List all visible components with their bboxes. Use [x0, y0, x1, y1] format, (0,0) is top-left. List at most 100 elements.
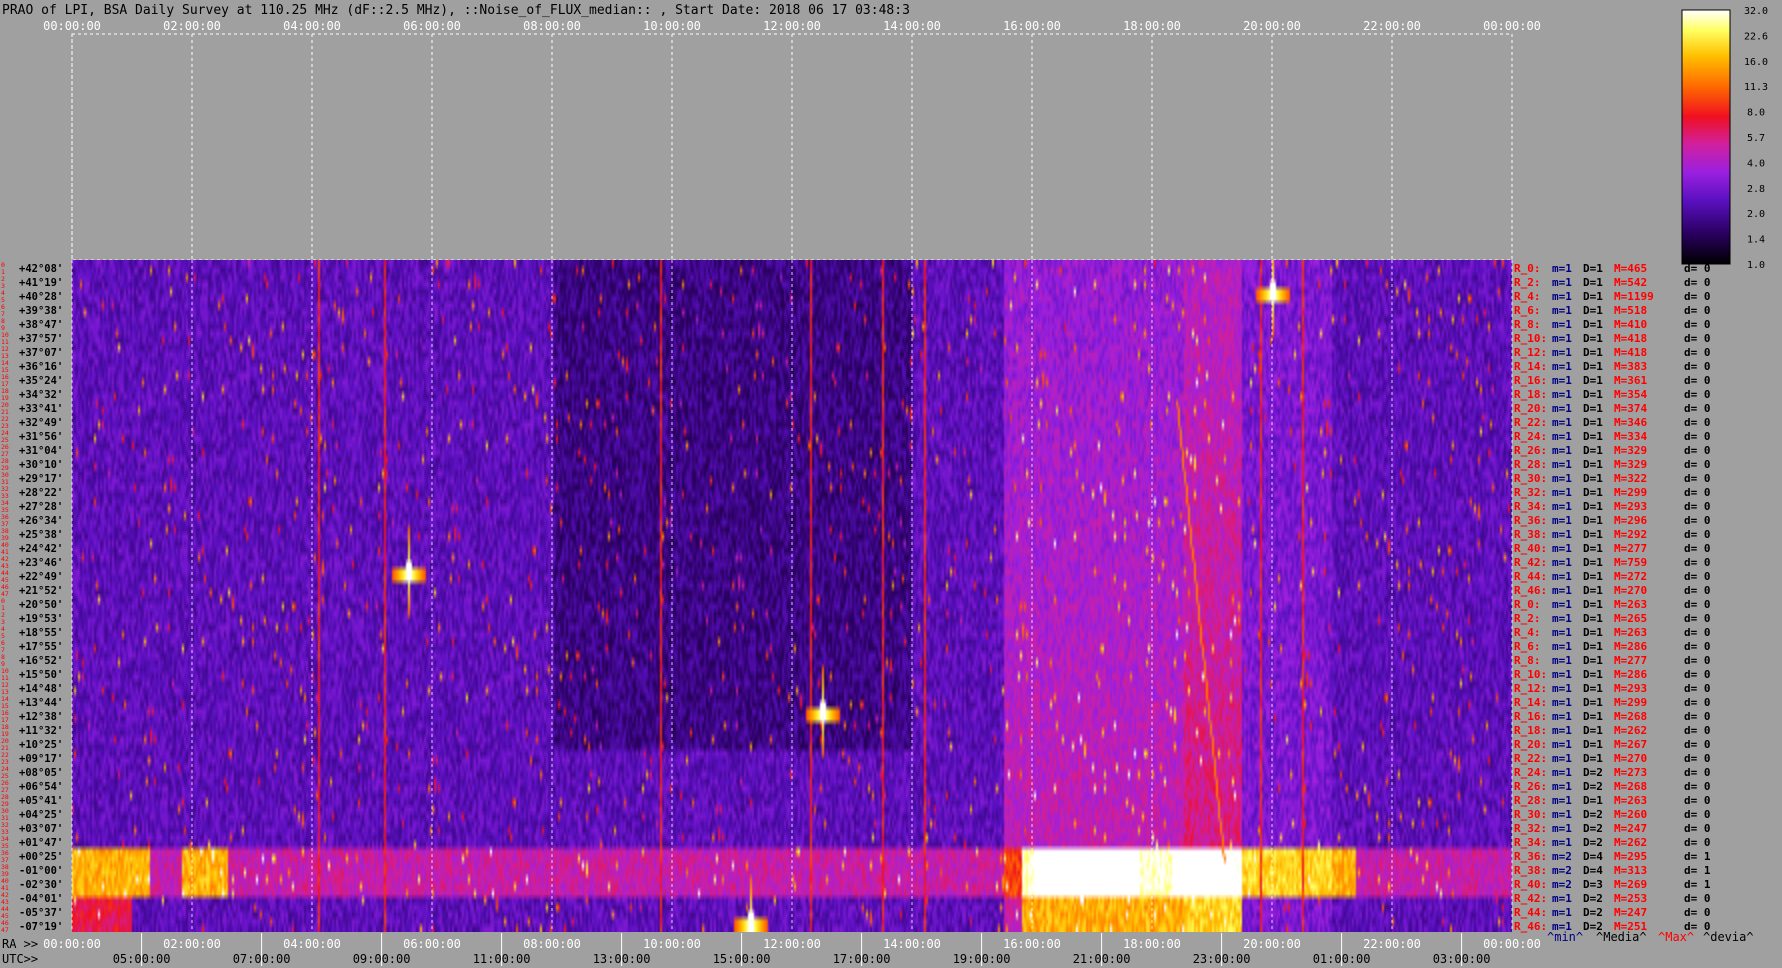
- dec-tick-label: +08°05': [19, 767, 63, 779]
- row-stat-max: M=268: [1614, 710, 1647, 723]
- row-stat-d: d= 1: [1684, 864, 1711, 877]
- row-stat-m: m=1: [1552, 612, 1572, 625]
- row-stat-m: m=1: [1552, 276, 1572, 289]
- ra-tick-label: 00:00:00: [43, 937, 101, 951]
- row-stat-m: m=1: [1552, 332, 1572, 345]
- row-stat-max: M=260: [1614, 808, 1647, 821]
- dec-tick-label: +06°54': [19, 781, 63, 793]
- row-stat-m: m=1: [1552, 542, 1572, 555]
- row-stat-m: m=1: [1552, 262, 1572, 275]
- row-stat-max: M=759: [1614, 556, 1647, 569]
- row-stat-m: m=1: [1552, 486, 1572, 499]
- row-stat-d: d= 0: [1684, 654, 1711, 667]
- top-tick-label: 06:00:00: [403, 19, 461, 33]
- row-stat-m: m=1: [1552, 836, 1572, 849]
- ra-tick-label: 00:00:00: [1483, 937, 1541, 951]
- row-stat-d-cap: D=1: [1583, 458, 1603, 471]
- row-stat-d: d= 1: [1684, 878, 1711, 891]
- row-stat-d: d= 0: [1684, 696, 1711, 709]
- legend-devia: ^devia^: [1703, 930, 1754, 944]
- dec-tick-label: +19°53': [19, 613, 63, 625]
- row-stat-r: R_10:: [1514, 668, 1547, 681]
- dec-tick-label: +12°38': [19, 711, 63, 723]
- row-stat-d: d= 0: [1684, 458, 1711, 471]
- row-stat-r: R_36:: [1514, 850, 1547, 863]
- row-stat-d: d= 0: [1684, 584, 1711, 597]
- top-tick-label: 16:00:00: [1003, 19, 1061, 33]
- ra-tick-label: 02:00:00: [163, 937, 221, 951]
- row-stat-d-cap: D=1: [1583, 598, 1603, 611]
- dec-tick-label: +04°25': [19, 809, 63, 821]
- dec-tick-label: +24°42': [19, 543, 63, 555]
- row-stat-m: m=1: [1552, 290, 1572, 303]
- row-stat-d: d= 0: [1684, 640, 1711, 653]
- row-stat-m: m=1: [1552, 696, 1572, 709]
- dec-tick-label: +17°55': [19, 641, 63, 653]
- row-stat-d: d= 0: [1684, 472, 1711, 485]
- row-stat-d: d= 0: [1684, 486, 1711, 499]
- row-stat-max: M=247: [1614, 906, 1647, 919]
- row-stat-max: M=296: [1614, 514, 1647, 527]
- bsa-survey-chart: PRAO of LPI, BSA Daily Survey at 110.25 …: [0, 0, 1782, 968]
- row-stat-d: d= 0: [1684, 514, 1711, 527]
- dec-tick-label: +16°52': [19, 655, 63, 667]
- row-stat-m: m=1: [1552, 570, 1572, 583]
- dec-tick-label: +32°49': [19, 417, 63, 429]
- row-stat-max: M=299: [1614, 486, 1647, 499]
- ra-tick-label: 22:00:00: [1363, 937, 1421, 951]
- row-stat-max: M=518: [1614, 304, 1647, 317]
- dec-tick-label: -02°30': [19, 879, 63, 891]
- row-stat-max: M=361: [1614, 374, 1647, 387]
- row-index-label: 47: [1, 926, 9, 934]
- row-stat-max: M=329: [1614, 458, 1647, 471]
- row-stat-m: m=1: [1552, 724, 1572, 737]
- ra-tick-label: 12:00:00: [763, 937, 821, 951]
- row-stat-max: M=247: [1614, 822, 1647, 835]
- row-stat-r: R_28:: [1514, 458, 1547, 471]
- row-stat-d-cap: D=1: [1583, 654, 1603, 667]
- row-stat-d-cap: D=2: [1583, 836, 1603, 849]
- row-stat-d-cap: D=1: [1583, 542, 1603, 555]
- legend-max: ^Max^: [1658, 930, 1694, 944]
- row-stat-m: m=1: [1552, 682, 1572, 695]
- top-tick-label: 04:00:00: [283, 19, 341, 33]
- dec-tick-label: -04°01': [19, 893, 63, 905]
- row-stat-d: d= 0: [1684, 836, 1711, 849]
- row-stat-r: R_16:: [1514, 710, 1547, 723]
- row-stat-d: d= 0: [1684, 416, 1711, 429]
- row-stat-m: m=1: [1552, 892, 1572, 905]
- dec-tick-label: -01°00': [19, 865, 63, 877]
- row-stat-m: m=1: [1552, 402, 1572, 415]
- row-stat-max: M=346: [1614, 416, 1647, 429]
- row-stat-r: R_28:: [1514, 794, 1547, 807]
- dec-tick-label: +39°38': [19, 305, 63, 317]
- row-stat-max: M=263: [1614, 626, 1647, 639]
- row-stat-r: R_24:: [1514, 430, 1547, 443]
- row-index-labels: 0123456789101112131415161718192021222324…: [1, 261, 9, 934]
- colorbar-tick-label: 32.0: [1744, 6, 1768, 17]
- row-stat-d-cap: D=1: [1583, 472, 1603, 485]
- row-stat-r: R_14:: [1514, 360, 1547, 373]
- row-stat-d-cap: D=1: [1583, 514, 1603, 527]
- row-stat-max: M=272: [1614, 570, 1647, 583]
- row-stat-r: R_44:: [1514, 906, 1547, 919]
- row-stat-d: d= 0: [1684, 304, 1711, 317]
- ra-tick-label: 04:00:00: [283, 937, 341, 951]
- row-stat-d-cap: D=1: [1583, 430, 1603, 443]
- row-stat-d-cap: D=1: [1583, 262, 1603, 275]
- colorbar-tick-label: 2.0: [1747, 209, 1765, 220]
- row-stat-d-cap: D=2: [1583, 766, 1603, 779]
- row-stat-r: R_42:: [1514, 556, 1547, 569]
- dec-tick-label: +40°28': [19, 291, 63, 303]
- row-stat-m: m=1: [1552, 304, 1572, 317]
- row-stat-d-cap: D=1: [1583, 794, 1603, 807]
- top-tick-label: 02:00:00: [163, 19, 221, 33]
- row-stat-m: m=1: [1552, 906, 1572, 919]
- dec-tick-label: +25°38': [19, 529, 63, 541]
- colorbar-tick-label: 1.4: [1747, 235, 1765, 246]
- row-stat-r: R_8:: [1514, 318, 1541, 331]
- dec-tick-label: -05°37': [19, 907, 63, 919]
- row-stat-m: m=1: [1552, 626, 1572, 639]
- row-stat-r: R_26:: [1514, 444, 1547, 457]
- row-stat-d: d= 0: [1684, 542, 1711, 555]
